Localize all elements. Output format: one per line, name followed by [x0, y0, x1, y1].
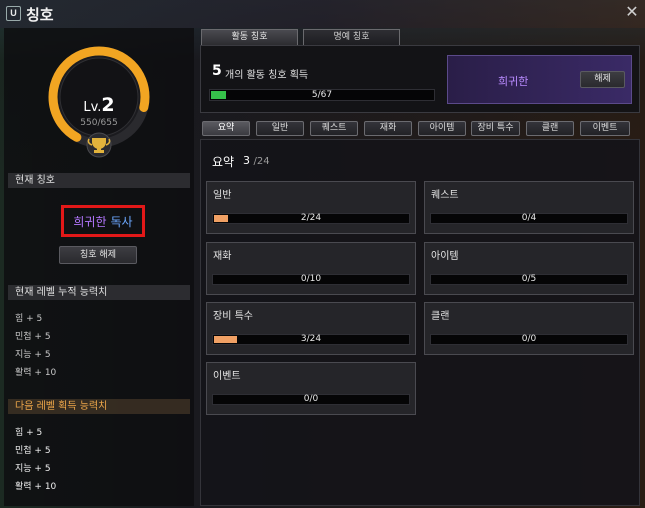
next-stat-dex: 민첩 + 5: [15, 446, 51, 456]
current-stat-int: 지능 + 5: [15, 350, 51, 360]
tab-quest[interactable]: 퀘스트: [310, 121, 358, 136]
category-progress-text: 3/24: [300, 334, 322, 344]
category-progress-bar: 0/0: [430, 334, 628, 345]
category-card-event[interactable]: 이벤트 0/0: [206, 362, 416, 415]
category-card-clan[interactable]: 클랜 0/0: [424, 302, 634, 355]
next-stat-int: 지능 + 5: [15, 464, 51, 474]
tab-equipment-special[interactable]: 장비 특수: [471, 121, 520, 136]
current-title-highlight: 희귀한 독사: [61, 205, 145, 237]
category-card-title: 클랜: [431, 311, 450, 322]
category-progress-text: 0/0: [521, 334, 537, 344]
category-progress-bar: 3/24: [212, 334, 410, 345]
tab-activity-titles[interactable]: 활동 칭호: [201, 29, 298, 45]
category-card-title: 이벤트: [213, 371, 241, 382]
category-card-equipment-special[interactable]: 장비 특수 3/24: [206, 302, 416, 355]
tab-summary[interactable]: 요약: [202, 121, 250, 136]
category-progress-text: 0/10: [300, 274, 322, 284]
tab-event[interactable]: 이벤트: [580, 121, 630, 136]
current-stat-str: 힘 + 5: [15, 314, 43, 324]
tab-currency[interactable]: 재화: [364, 121, 412, 136]
level-ring: Lv.2 550/655: [46, 44, 152, 168]
equipped-title-rarity: 희귀한: [498, 75, 529, 88]
category-card-title: 퀘스트: [431, 190, 459, 201]
acquired-progress-bar: 5/67: [209, 89, 435, 101]
category-card-quest[interactable]: 퀘스트 0/4: [424, 181, 634, 234]
category-progress-text: 0/0: [303, 394, 319, 404]
category-progress-bar: 0/5: [430, 274, 628, 285]
current-stat-vit: 활력 + 10: [15, 368, 57, 378]
acquired-progress-text: 5/67: [311, 90, 333, 100]
category-card-title: 장비 특수: [213, 311, 253, 322]
unequip-title-button[interactable]: 칭호 해제: [59, 246, 137, 264]
overview-title: 요약: [212, 155, 235, 169]
current-stat-dex: 민첩 + 5: [15, 332, 51, 342]
current-title-rarity: 희귀한: [73, 214, 107, 229]
category-progress-bar: 0/10: [212, 274, 410, 285]
category-card-general[interactable]: 일반 2/24: [206, 181, 416, 234]
category-progress-bar: 2/24: [212, 213, 410, 224]
overview-count-value: 3: [243, 154, 250, 167]
category-card-currency[interactable]: 재화 0/10: [206, 242, 416, 295]
next-stat-str: 힘 + 5: [15, 428, 43, 438]
window-title: 칭호: [26, 6, 54, 24]
unequip-button[interactable]: 해제: [580, 71, 625, 88]
overview-count: 3 /24: [243, 154, 270, 167]
overview-count-total: /24: [253, 156, 270, 167]
category-progress-bar: 0/0: [212, 394, 410, 405]
tab-general[interactable]: 일반: [256, 121, 304, 136]
category-progress-text: 0/5: [521, 274, 537, 284]
level-prefix: Lv.: [83, 100, 102, 115]
close-icon[interactable]: ✕: [623, 3, 641, 21]
next-stats-heading: 다음 레벨 획득 능력치: [8, 399, 190, 414]
window-titlebar[interactable]: U 칭호 ✕: [0, 0, 645, 28]
exp-text: 550/655: [80, 118, 118, 128]
left-panel: Lv.2 550/655 현재 칭호 희귀한 독사 칭호 해제 현재 레벨 누적…: [4, 28, 194, 506]
current-title-name: 독사: [110, 214, 133, 229]
acquired-label: 개의 활동 칭호 획득: [225, 70, 309, 81]
equipped-title-box: 희귀한 해제: [447, 55, 632, 104]
category-progress-text: 0/4: [521, 213, 537, 223]
category-progress-text: 2/24: [300, 213, 322, 223]
hotkey-badge: U: [6, 6, 21, 21]
category-card-item[interactable]: 아이템 0/5: [424, 242, 634, 295]
category-card-title: 아이템: [431, 251, 459, 262]
level-label: Lv.2: [46, 94, 152, 116]
tab-item[interactable]: 아이템: [418, 121, 466, 136]
level-value: 2: [101, 94, 115, 116]
category-card-title: 일반: [213, 190, 232, 201]
next-stat-vit: 활력 + 10: [15, 482, 57, 492]
current-stats-heading: 현재 레벨 누적 능력치: [8, 285, 190, 300]
category-progress-bar: 0/4: [430, 213, 628, 224]
tab-honor-titles[interactable]: 명예 칭호: [303, 29, 400, 45]
acquired-count: 5: [212, 63, 222, 79]
current-title-heading: 현재 칭호: [8, 173, 190, 188]
tab-clan[interactable]: 클랜: [526, 121, 574, 136]
category-card-title: 재화: [213, 251, 232, 262]
category-content-panel: 요약 3 /24 일반 2/24 퀘스트 0/4 재화 0/10 아이템 0/5…: [200, 139, 640, 506]
